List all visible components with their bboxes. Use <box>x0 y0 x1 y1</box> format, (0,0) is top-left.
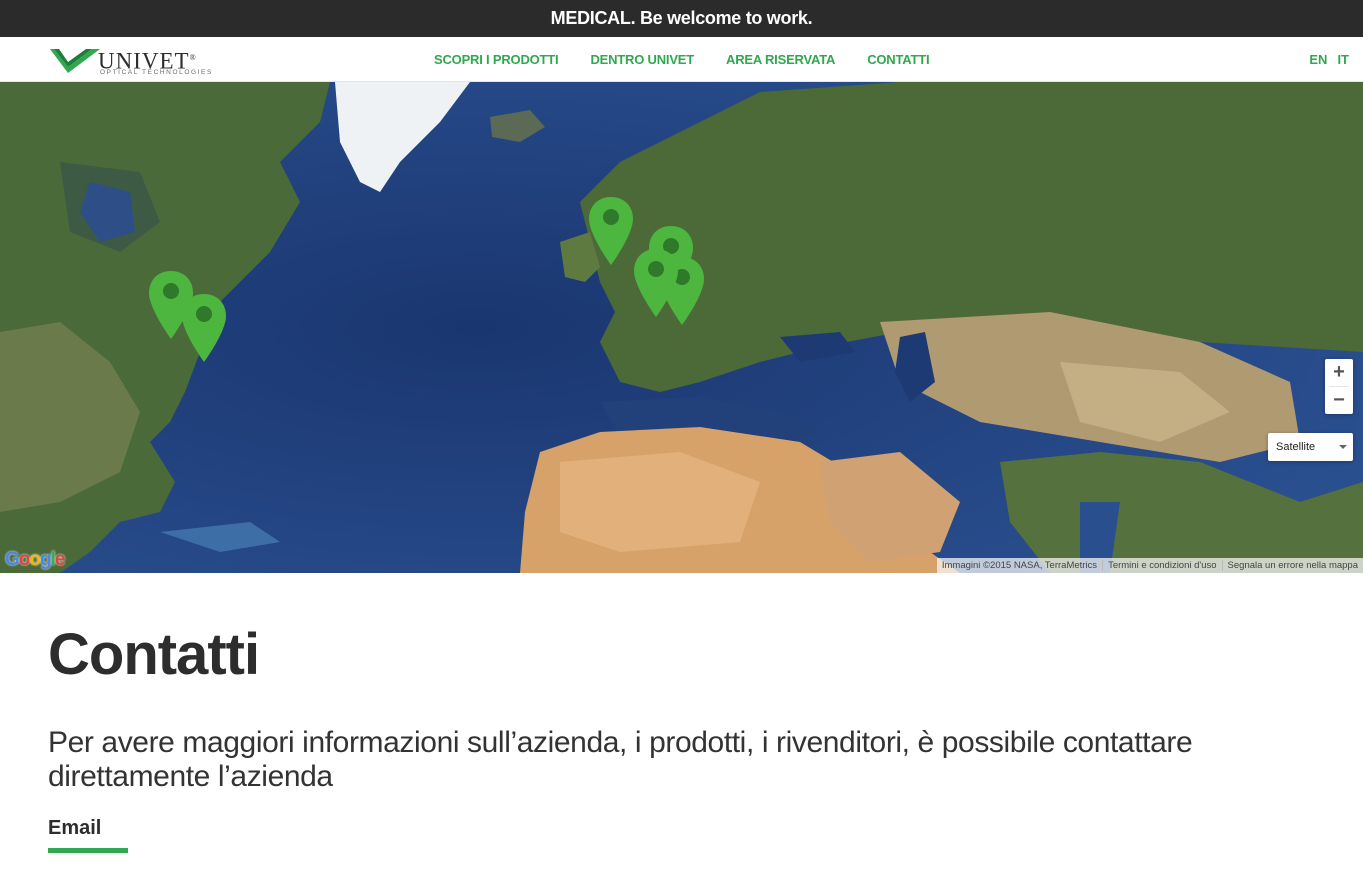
email-section-label: Email <box>48 817 102 839</box>
map-zoom-control: + − <box>1325 359 1353 414</box>
map-type-select[interactable]: Satellite <box>1268 433 1353 461</box>
brand-subtitle: OPTICAL TECHNOLOGIES <box>100 69 213 76</box>
zoom-out-button[interactable]: − <box>1325 387 1353 414</box>
univet-logo-mark <box>16 49 100 73</box>
lang-en[interactable]: EN <box>1309 52 1327 67</box>
zoom-in-button[interactable]: + <box>1325 359 1353 386</box>
lang-it[interactable]: IT <box>1337 52 1349 67</box>
attribution-imagery: Immagini ©2015 NASA, TerraMetrics <box>941 560 1098 571</box>
map-attribution: Immagini ©2015 NASA, TerraMetrics Termin… <box>936 558 1363 573</box>
page-title: Contatti <box>48 622 260 687</box>
language-switcher: EN IT <box>1309 37 1349 82</box>
world-map[interactable]: + − Satellite Google Immagini ©2015 NASA… <box>0 82 1363 573</box>
main-navbar: UNIVET® OPTICAL TECHNOLOGIES SCOPRI I PR… <box>0 37 1363 82</box>
chevron-down-icon <box>1339 445 1347 449</box>
attribution-terms-link[interactable]: Termini e condizioni d'uso <box>1102 560 1221 571</box>
google-logo[interactable]: Google <box>5 549 65 571</box>
nav-dentro-univet[interactable]: DENTRO UNIVET <box>576 52 708 67</box>
nav-area-riservata[interactable]: AREA RISERVATA <box>712 52 849 67</box>
nav-scopri-prodotti[interactable]: SCOPRI I PRODOTTI <box>420 52 572 67</box>
map-type-value: Satellite <box>1276 441 1316 453</box>
intro-text: Per avere maggiori informazioni sull’azi… <box>48 726 1193 793</box>
map-pin-icon[interactable] <box>632 247 680 319</box>
univet-logo[interactable]: UNIVET® OPTICAL TECHNOLOGIES <box>16 43 226 77</box>
nav-contatti[interactable]: CONTATTI <box>853 52 943 67</box>
nav-menu: SCOPRI I PRODOTTI DENTRO UNIVET AREA RIS… <box>420 37 947 82</box>
banner-tagline: MEDICAL. Be welcome to work. <box>550 8 813 28</box>
map-pin-icon[interactable] <box>180 292 228 364</box>
section-underline <box>48 848 128 853</box>
attribution-report-link[interactable]: Segnala un errore nella mappa <box>1221 560 1363 571</box>
map-pin-icon[interactable] <box>587 195 635 267</box>
top-banner: MEDICAL. Be welcome to work. <box>0 0 1363 37</box>
